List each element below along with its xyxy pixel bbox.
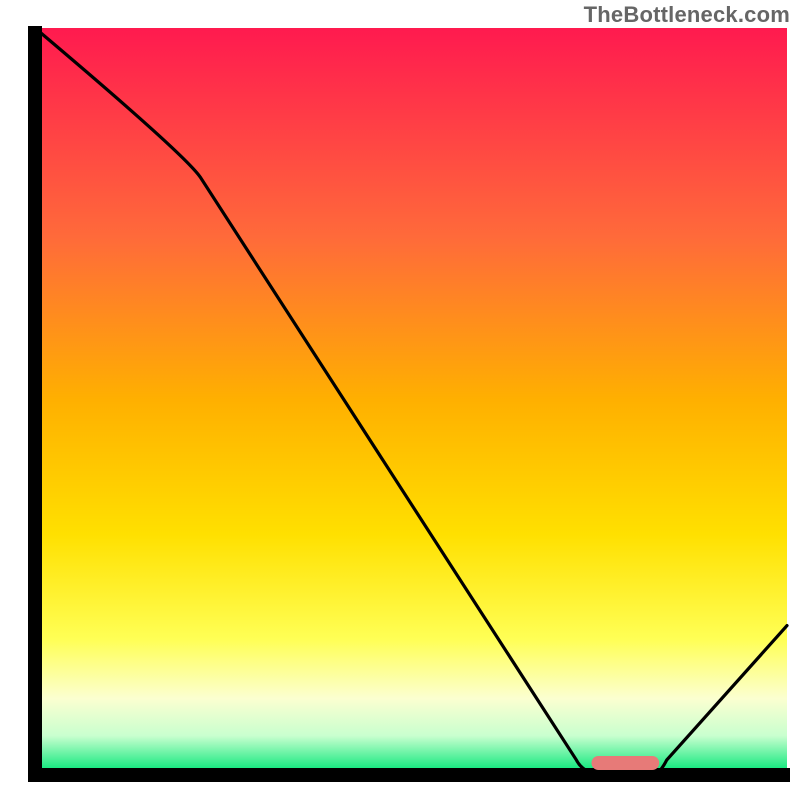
bottleneck-chart	[0, 0, 800, 800]
chart-stage: TheBottleneck.com	[0, 0, 800, 800]
optimum-marker	[592, 756, 660, 770]
plot-background	[35, 28, 787, 773]
